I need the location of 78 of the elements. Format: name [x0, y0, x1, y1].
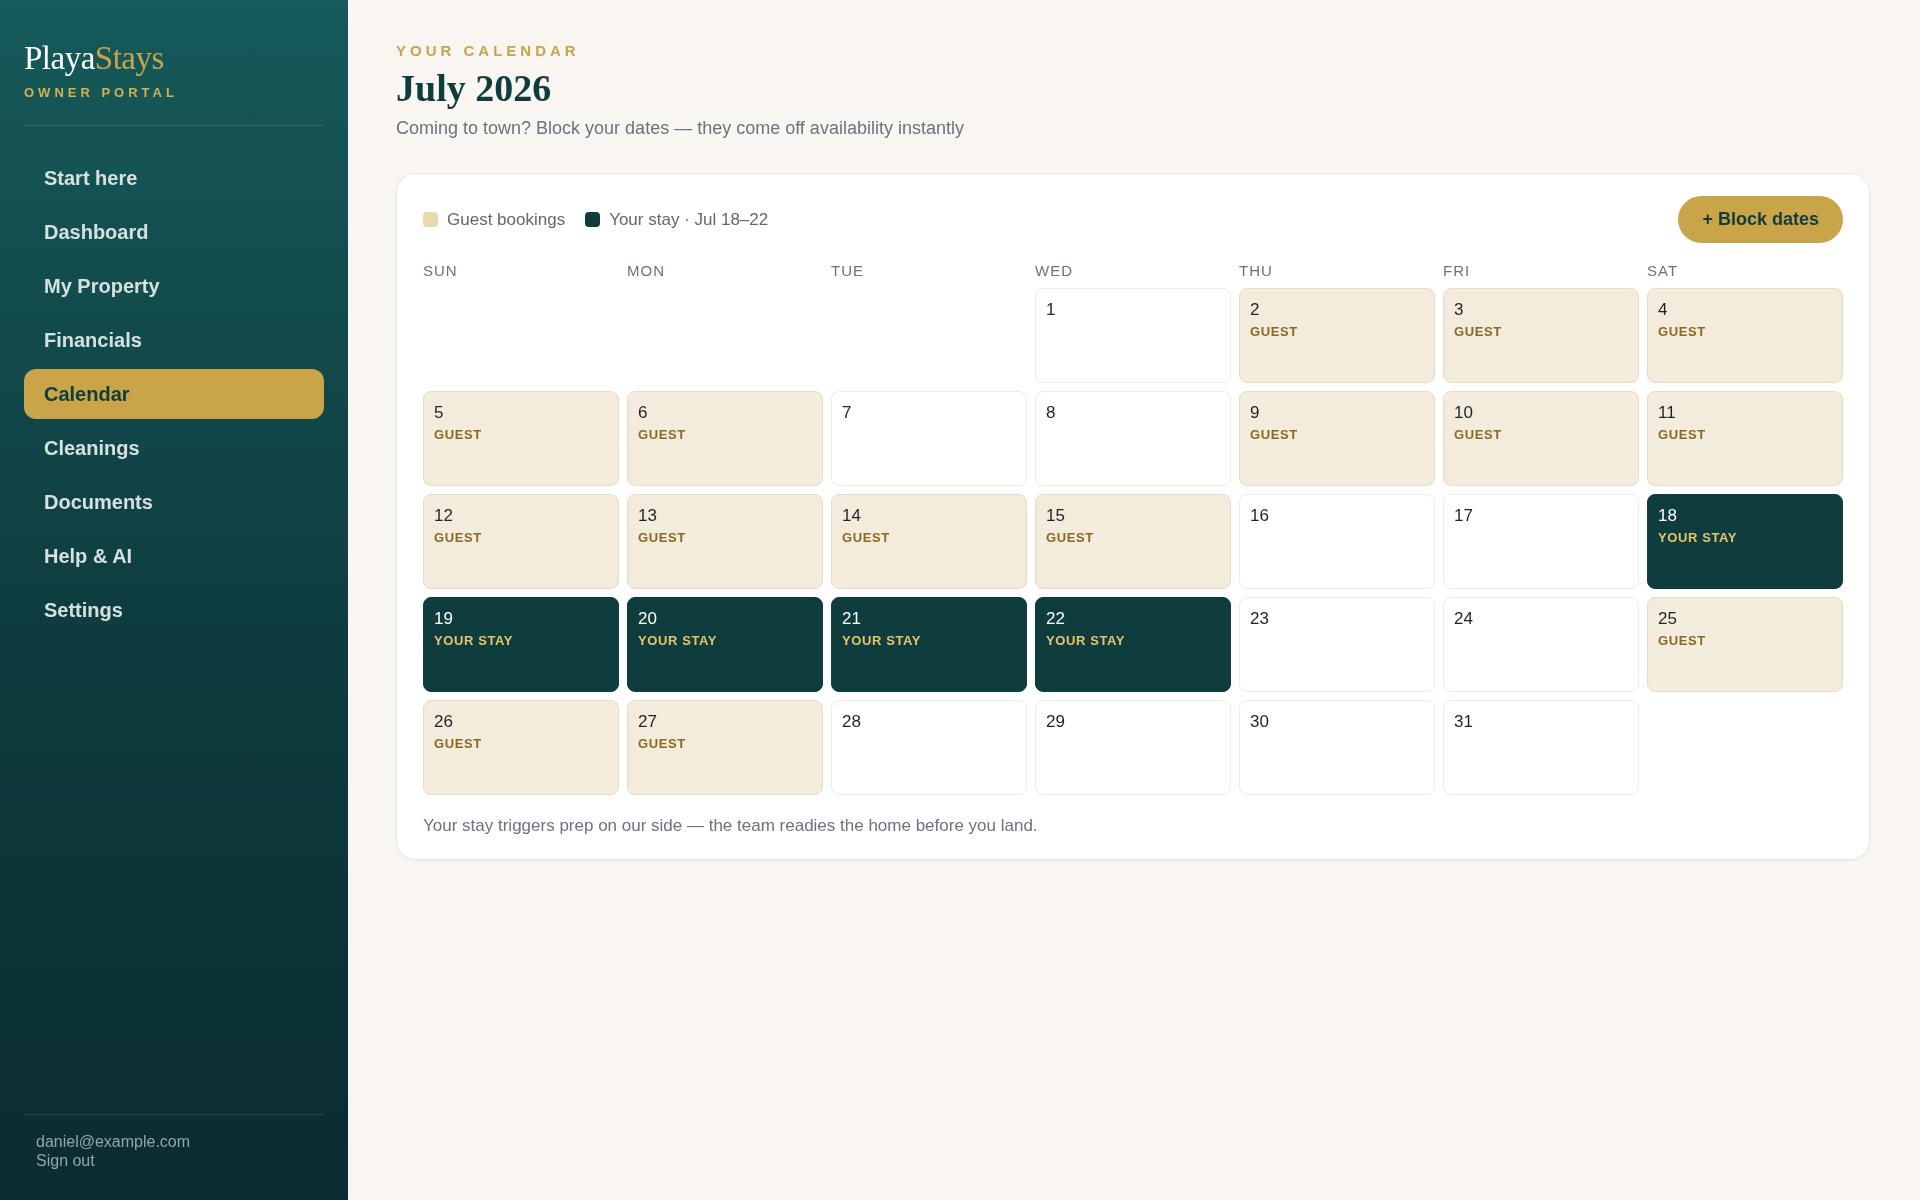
page-subtitle: Coming to town? Block your dates — they come off availability instantly — [396, 117, 964, 140]
nav-item[interactable]: Cleanings — [24, 423, 324, 473]
sign-out-link[interactable]: Sign out — [36, 1151, 95, 1170]
day-number: 14 — [842, 506, 861, 526]
day-number: 17 — [1454, 506, 1473, 526]
weekday-header: SAT — [1647, 262, 1679, 280]
nav-item[interactable]: Help & AI — [24, 531, 324, 581]
day-number: 1 — [1046, 300, 1056, 320]
booking-label: GUEST — [434, 530, 482, 546]
nav-item[interactable]: Calendar — [24, 369, 324, 419]
nav-item[interactable]: Documents — [24, 477, 324, 527]
booking-label: GUEST — [638, 427, 686, 443]
booking-label: GUEST — [842, 530, 890, 546]
day-number: 19 — [434, 609, 453, 629]
booking-label: GUEST — [1658, 324, 1706, 340]
booking-label: GUEST — [1658, 427, 1706, 443]
nav-item[interactable]: Settings — [24, 585, 324, 635]
booking-label: GUEST — [434, 427, 482, 443]
day-number: 4 — [1658, 300, 1668, 320]
day-number: 3 — [1454, 300, 1464, 320]
booking-label: GUEST — [1454, 427, 1502, 443]
booking-label: GUEST — [1250, 324, 1298, 340]
day-number: 24 — [1454, 609, 1473, 629]
day-number: 10 — [1454, 403, 1473, 423]
booking-label: GUEST — [434, 736, 482, 752]
day-number: 11 — [1658, 403, 1676, 423]
weekday-header: WED — [1035, 262, 1073, 280]
day-number: 5 — [434, 403, 444, 423]
day-number: 12 — [434, 506, 453, 526]
weekday-header: MON — [627, 262, 665, 280]
day-number: 31 — [1454, 712, 1473, 732]
day-number: 30 — [1250, 712, 1269, 732]
day-number: 20 — [638, 609, 657, 629]
booking-label: YOUR STAY — [434, 633, 514, 649]
day-number: 7 — [842, 403, 852, 423]
legend-label: Your stay · Jul 18–22 — [609, 209, 769, 230]
day-number: 23 — [1250, 609, 1269, 629]
booking-label: GUEST — [1658, 633, 1706, 649]
day-number: 29 — [1046, 712, 1065, 732]
day-number: 8 — [1046, 403, 1056, 423]
booking-label: GUEST — [638, 736, 686, 752]
booking-label: YOUR STAY — [638, 633, 718, 649]
weekday-header: FRI — [1443, 262, 1471, 280]
day-number: 6 — [638, 403, 648, 423]
day-number: 26 — [434, 712, 453, 732]
day-number: 25 — [1658, 609, 1677, 629]
calendar-note: Your stay triggers prep on our side — the team readies the home before you land. — [423, 815, 1038, 837]
day-number: 9 — [1250, 403, 1260, 423]
day-number: 21 — [842, 609, 861, 629]
legend-label: Guest bookings — [447, 209, 566, 230]
page-title: July 2026 — [396, 66, 552, 110]
booking-label: GUEST — [1046, 530, 1094, 546]
booking-label: YOUR STAY — [1046, 633, 1126, 649]
nav-item[interactable]: Start here — [24, 153, 324, 203]
day-number: 2 — [1250, 300, 1260, 320]
account-email: daniel@example.com — [35, 1132, 191, 1151]
day-number: 13 — [638, 506, 657, 526]
day-number: 22 — [1046, 609, 1065, 629]
day-number: 27 — [638, 712, 657, 732]
booking-label: GUEST — [1250, 427, 1298, 443]
day-number: 15 — [1046, 506, 1065, 526]
day-number: 28 — [842, 712, 861, 732]
day-number: 16 — [1250, 506, 1269, 526]
booking-label: YOUR STAY — [842, 633, 922, 649]
booking-label: GUEST — [638, 530, 686, 546]
weekday-header: TUE — [831, 262, 864, 280]
booking-label: YOUR STAY — [1658, 530, 1738, 546]
portal-tagline: OWNER PORTAL — [24, 85, 178, 100]
nav-item[interactable]: Dashboard — [24, 207, 324, 257]
logo-text: PlayaStays — [24, 39, 164, 78]
day-number: 18 — [1658, 506, 1677, 526]
nav-item[interactable]: Financials — [24, 315, 324, 365]
nav-item[interactable]: My Property — [24, 261, 324, 311]
booking-label: GUEST — [1454, 324, 1502, 340]
weekday-header: THU — [1239, 262, 1273, 280]
block-dates-button[interactable]: + Block dates — [1678, 196, 1843, 243]
page-eyebrow: YOUR CALENDAR — [396, 42, 580, 60]
weekday-header: SUN — [423, 262, 458, 280]
